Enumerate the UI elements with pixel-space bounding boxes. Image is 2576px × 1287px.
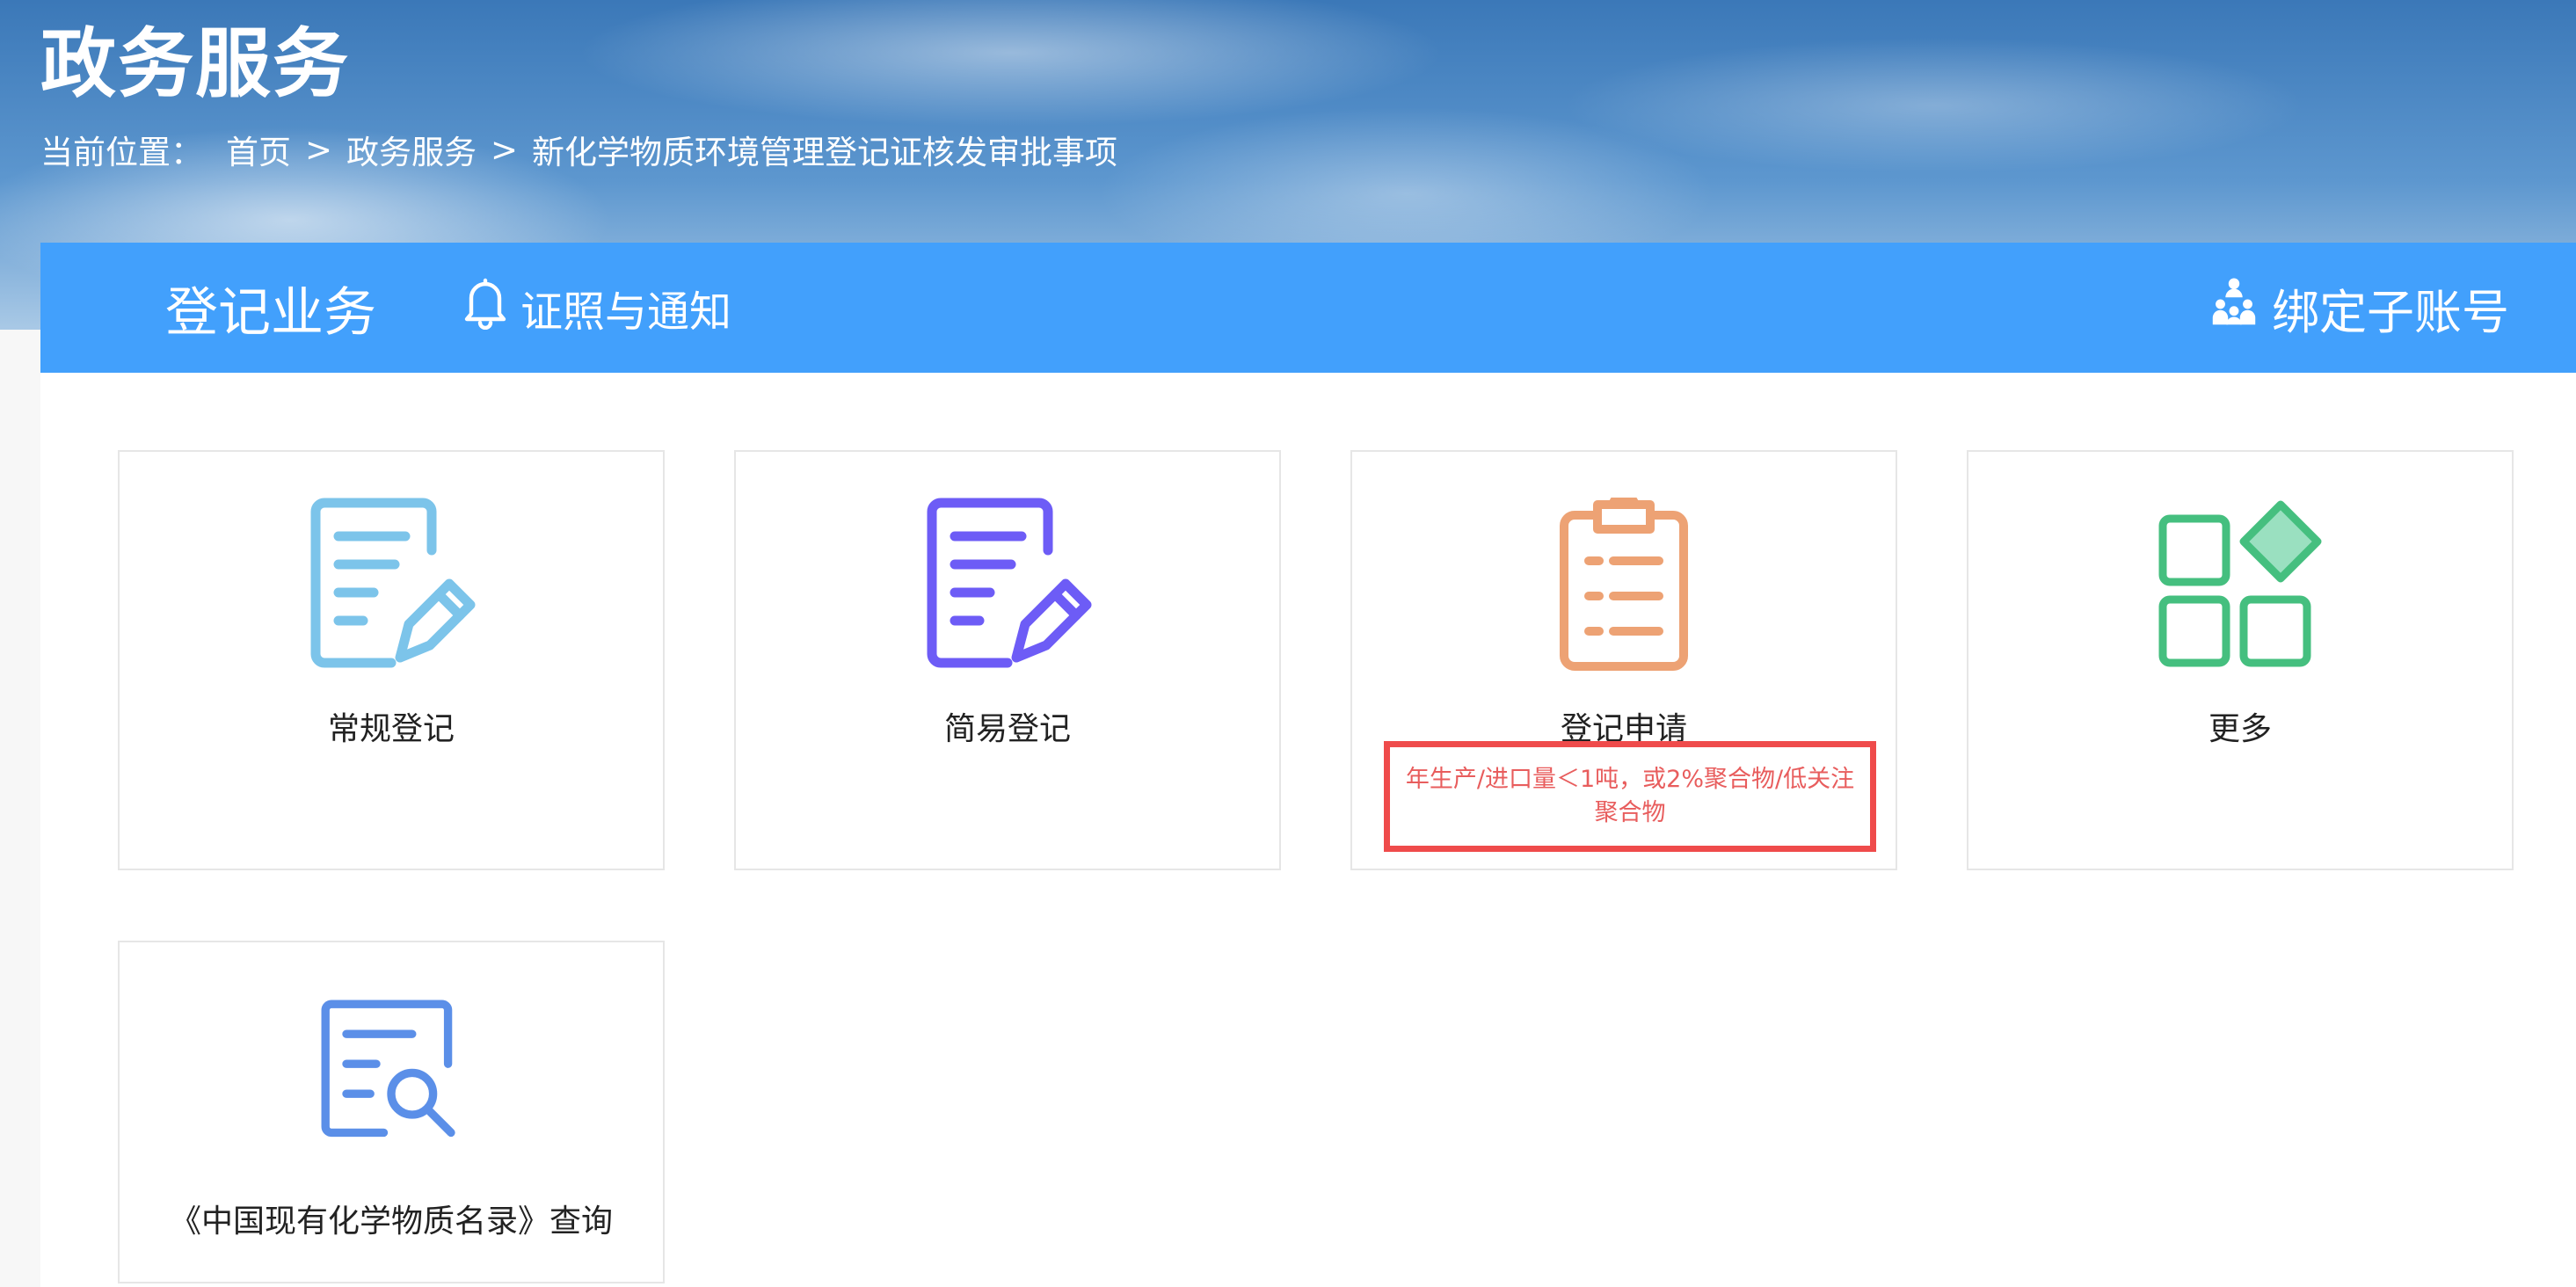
- tab-label: 登记业务: [165, 281, 376, 344]
- bind-sub-account-button[interactable]: 绑定子账号: [2207, 243, 2509, 373]
- card-regular-registration[interactable]: 常规登记: [118, 450, 665, 870]
- card-label: 更多: [2208, 711, 2272, 747]
- breadcrumb-separator: >: [305, 130, 333, 169]
- breadcrumb-current: 新化学物质环境管理登记证核发审批事项: [532, 134, 1118, 171]
- breadcrumb-separator: >: [491, 130, 519, 169]
- document-edit-icon: [920, 498, 1095, 673]
- card-simple-registration[interactable]: 简易登记: [734, 450, 1281, 870]
- main-panel: 登记业务 证照与通知 绑定子账号 常规登记 简易登记 登记申请 年生产/进口量＜…: [40, 243, 2576, 1287]
- document-edit-icon: [303, 498, 479, 673]
- tab-license-notice[interactable]: 证照与通知: [461, 243, 731, 373]
- breadcrumb: 当前位置： 首页 > 政务服务 > 新化学物质环境管理登记证核发审批事项: [40, 125, 1117, 174]
- bell-icon: [461, 275, 520, 340]
- tab-registration-business[interactable]: 登记业务: [165, 243, 376, 373]
- card-label: 简易登记: [943, 711, 1071, 747]
- bind-sub-account-label: 绑定子账号: [2272, 284, 2509, 340]
- org-chart-icon: [2207, 275, 2272, 341]
- top-navbar: 登记业务 证照与通知 绑定子账号: [40, 243, 2576, 373]
- breadcrumb-home-link[interactable]: 首页: [226, 126, 291, 173]
- apps-grid-icon: [2152, 498, 2328, 673]
- breadcrumb-gov-service-link[interactable]: 政务服务: [346, 126, 477, 173]
- card-chemical-inventory-search[interactable]: 《中国现有化学物质名录》查询: [118, 941, 665, 1283]
- page-title: 政务服务: [40, 20, 350, 108]
- card-label: 《中国现有化学物质名录》查询: [169, 1203, 613, 1240]
- breadcrumb-prefix: 当前位置：: [40, 134, 203, 171]
- card-more[interactable]: 更多: [1967, 450, 2514, 870]
- document-search-icon: [317, 995, 466, 1171]
- threshold-note: 年生产/进口量＜1吨，或2%聚合物/低关注聚合物: [1384, 741, 1876, 852]
- card-registration-application[interactable]: 登记申请 年生产/进口量＜1吨，或2%聚合物/低关注聚合物: [1350, 450, 1897, 870]
- card-label: 常规登记: [327, 711, 455, 747]
- tab-label: 证照与通知: [520, 287, 732, 337]
- clipboard-list-icon: [1536, 491, 1712, 673]
